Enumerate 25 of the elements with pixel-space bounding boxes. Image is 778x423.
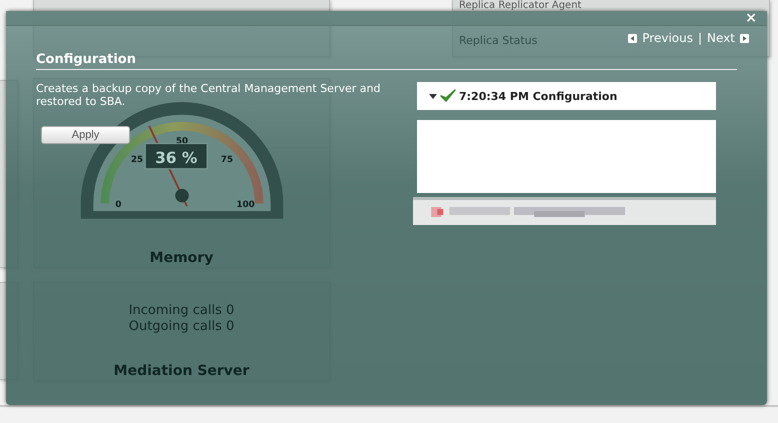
gauge-readout-background <box>144 143 208 170</box>
card-title: Mediation Server <box>114 363 250 379</box>
log-entry-title: 7:20:34 PM Configuration <box>459 90 618 102</box>
card-text: Replica Status <box>459 35 538 46</box>
gauge-tick-label: 0 <box>114 200 121 210</box>
apply-button[interactable]: Apply <box>41 126 130 144</box>
gauge-tick-label: 25 <box>130 155 143 166</box>
gauge-tick-label: 75 <box>220 155 232 166</box>
stat-text: Incoming calls 0 <box>128 303 234 319</box>
close-button[interactable]: × <box>735 11 767 25</box>
card-text: Replica Replicator Agent <box>459 0 582 11</box>
previous-link[interactable]: Previous <box>642 31 693 45</box>
right-arrow-icon <box>740 34 749 42</box>
gauge-reading: 36 % <box>154 148 197 167</box>
gauge-tick-label: 100 <box>236 200 254 210</box>
stat-text: Outgoing calls 0 <box>128 319 234 335</box>
next-link[interactable]: Next <box>707 31 735 45</box>
log-header[interactable]: 7:20:34 PM Configuration <box>417 82 716 110</box>
card-title: Memory <box>150 250 214 266</box>
gauge-tick-label: 50 <box>175 136 188 147</box>
left-arrow-icon <box>628 34 638 42</box>
dialog-title: Configuration <box>36 52 737 70</box>
description-text: Creates a backup copy of the Central Management Server and restored to SBA. <box>36 82 382 108</box>
gauge-hub <box>174 188 188 202</box>
separator-text: | <box>698 31 702 45</box>
